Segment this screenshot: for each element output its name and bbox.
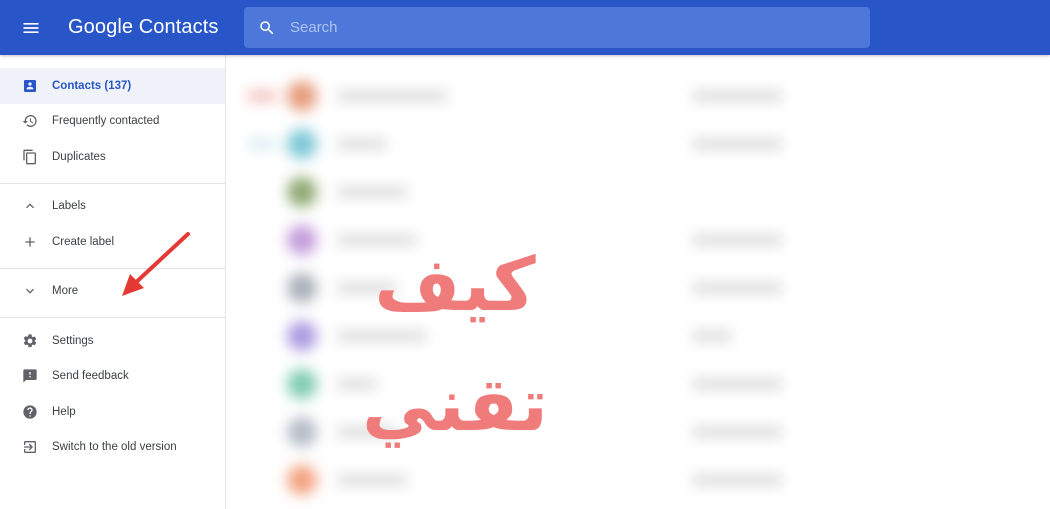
contact-list-blurred bbox=[227, 55, 1050, 509]
sidebar-item-label: Settings bbox=[52, 334, 94, 347]
sidebar-item-switch-old-version[interactable]: Switch to the old version bbox=[0, 430, 225, 466]
avatar bbox=[287, 177, 317, 207]
top-app-bar: Google Contacts bbox=[0, 0, 1050, 55]
avatar bbox=[287, 273, 317, 303]
name-placeholder bbox=[337, 235, 417, 245]
sidebar-top-spacer bbox=[0, 55, 225, 68]
email-placeholder bbox=[692, 427, 782, 437]
avatar bbox=[287, 81, 317, 111]
name-placeholder bbox=[337, 331, 427, 341]
app-title: Google Contacts bbox=[68, 16, 219, 38]
main-menu-button[interactable] bbox=[0, 0, 62, 55]
email-placeholder bbox=[692, 379, 782, 389]
plus-icon bbox=[22, 234, 38, 250]
sidebar-item-label: Switch to the old version bbox=[52, 441, 177, 454]
sidebar-item-frequently-contacted[interactable]: Frequently contacted bbox=[0, 104, 225, 140]
name-placeholder bbox=[337, 139, 387, 149]
avatar bbox=[287, 321, 317, 351]
chevron-down-icon bbox=[22, 283, 38, 299]
email-placeholder bbox=[692, 331, 732, 341]
name-placeholder bbox=[337, 187, 407, 197]
sidebar-item-label: Duplicates bbox=[52, 150, 106, 163]
avatar bbox=[287, 417, 317, 447]
labels-section-label: Labels bbox=[52, 200, 86, 213]
avatar bbox=[287, 465, 317, 495]
search-input[interactable] bbox=[290, 7, 870, 48]
list-item bbox=[247, 265, 807, 311]
avatar bbox=[287, 129, 317, 159]
feedback-icon bbox=[22, 368, 38, 384]
list-item bbox=[247, 169, 807, 215]
sidebar-item-label: Send feedback bbox=[52, 370, 129, 383]
list-item bbox=[247, 313, 807, 359]
name-placeholder bbox=[337, 283, 397, 293]
sidebar: Contacts (137) Frequently contacted Dupl… bbox=[0, 55, 226, 509]
gear-icon bbox=[22, 333, 38, 349]
name-placeholder bbox=[337, 427, 397, 437]
contacts-icon bbox=[22, 78, 38, 94]
more-label: More bbox=[52, 285, 79, 298]
create-label-text: Create label bbox=[52, 235, 115, 248]
list-item bbox=[247, 121, 807, 167]
sidebar-item-label: Contacts (137) bbox=[52, 79, 132, 92]
chevron-up-icon bbox=[22, 198, 38, 214]
contacts-app: Google Contacts Contacts (137) Frequentl… bbox=[0, 0, 1050, 509]
blurred-rows bbox=[227, 55, 1050, 509]
email-placeholder bbox=[692, 139, 782, 149]
history-icon bbox=[22, 113, 38, 129]
list-item bbox=[247, 73, 807, 119]
sidebar-item-contacts[interactable]: Contacts (137) bbox=[0, 68, 225, 104]
hamburger-menu-icon bbox=[23, 22, 39, 33]
list-item bbox=[247, 409, 807, 455]
sidebar-item-label: Help bbox=[52, 405, 76, 418]
avatar bbox=[287, 225, 317, 255]
row-accent bbox=[247, 91, 277, 101]
name-placeholder bbox=[337, 379, 377, 389]
sidebar-item-help[interactable]: Help bbox=[0, 394, 225, 430]
email-placeholder bbox=[692, 91, 782, 101]
sidebar-item-duplicates[interactable]: Duplicates bbox=[0, 139, 225, 175]
sidebar-item-label: Frequently contacted bbox=[52, 115, 160, 128]
row-accent bbox=[247, 139, 277, 149]
list-item bbox=[247, 457, 807, 503]
avatar bbox=[287, 369, 317, 399]
create-label-button[interactable]: Create label bbox=[0, 224, 225, 260]
labels-toggle[interactable]: Labels bbox=[0, 189, 225, 225]
email-placeholder bbox=[692, 475, 782, 485]
help-icon bbox=[22, 404, 38, 420]
sidebar-item-send-feedback[interactable]: Send feedback bbox=[0, 359, 225, 395]
name-placeholder bbox=[337, 475, 407, 485]
more-toggle[interactable]: More bbox=[0, 274, 225, 310]
name-placeholder bbox=[337, 91, 447, 101]
sidebar-item-settings[interactable]: Settings bbox=[0, 323, 225, 359]
search-icon[interactable] bbox=[244, 7, 290, 48]
list-item bbox=[247, 361, 807, 407]
email-placeholder bbox=[692, 235, 782, 245]
search-bar[interactable] bbox=[244, 7, 870, 48]
email-placeholder bbox=[692, 283, 782, 293]
exit-icon bbox=[22, 439, 38, 455]
list-item bbox=[247, 217, 807, 263]
copy-icon bbox=[22, 149, 38, 165]
